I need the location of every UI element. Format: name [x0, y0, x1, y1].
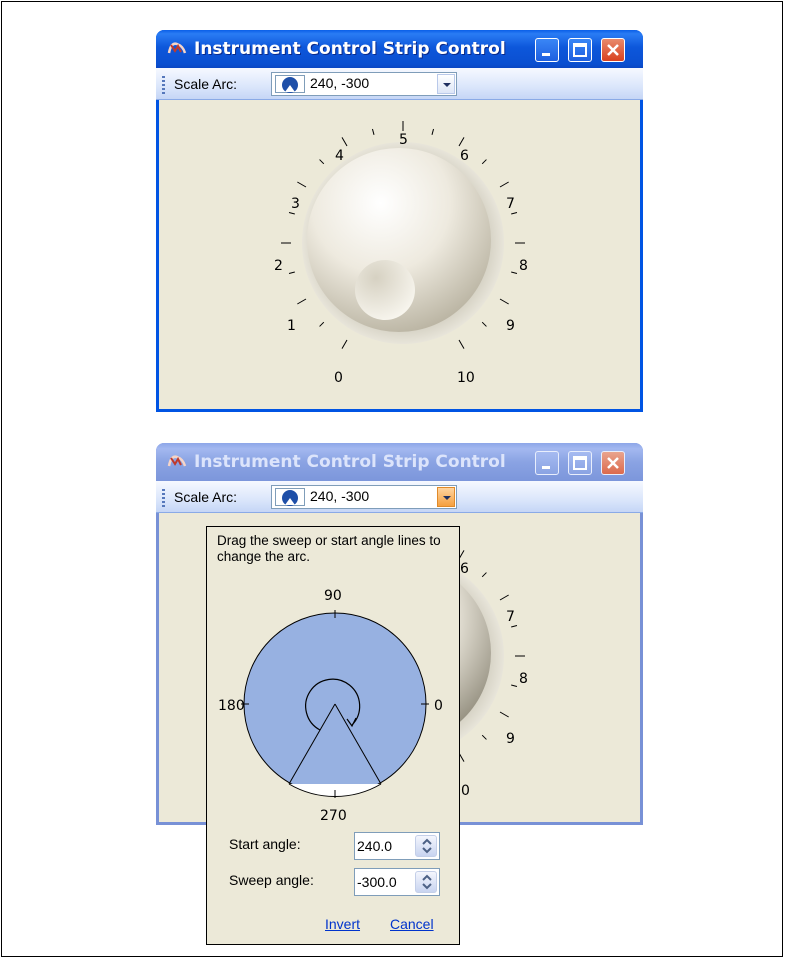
scale-label-4: 4 [335, 148, 344, 164]
minor-tick [481, 321, 487, 327]
start-angle-spin-button[interactable] [415, 835, 437, 857]
app-icon [167, 455, 187, 467]
dropdown-button[interactable] [437, 74, 455, 94]
scale-arc-label: Scale Arc: [174, 76, 238, 92]
scale-arc-value: 240, -300 [310, 75, 370, 91]
minor-tick [481, 572, 487, 578]
scale-label-6: 6 [460, 148, 469, 164]
close-icon [607, 457, 619, 469]
scale-label-6: 6 [460, 561, 469, 577]
toolbar: Scale Arc: 240, -300 [156, 481, 643, 513]
major-tick [297, 298, 307, 305]
toolbar-grip[interactable] [162, 489, 165, 507]
minor-tick [511, 271, 518, 275]
instrument-window-1: Instrument Control Strip Control Scale A… [156, 30, 643, 412]
major-tick [341, 339, 348, 349]
scale-arc-combo[interactable]: 240, -300 [271, 72, 457, 96]
start-angle-label: Start angle: [229, 836, 301, 852]
minor-tick [288, 271, 295, 275]
major-tick [458, 137, 465, 147]
scale-arc-icon [275, 75, 305, 93]
sweep-angle-label: Sweep angle: [229, 872, 314, 888]
scale-arc-value: 240, -300 [310, 488, 370, 504]
scale-label-1: 1 [287, 318, 296, 334]
sweep-angle-spinner[interactable]: -300.0 [354, 868, 440, 896]
minor-tick [511, 684, 518, 688]
close-icon [607, 44, 619, 56]
arc-editor-dial[interactable]: 90 180 0 270 [207, 583, 459, 827]
sweep-angle-value[interactable]: -300.0 [357, 874, 397, 890]
minor-tick [288, 211, 295, 215]
sweep-angle-spin-button[interactable] [415, 871, 437, 893]
minimize-icon [542, 53, 550, 56]
dial-label-270: 270 [320, 808, 347, 824]
scale-label-2: 2 [274, 258, 283, 274]
minor-tick [481, 734, 487, 740]
start-angle-spinner[interactable]: 240.0 [354, 832, 440, 860]
scale-label-3: 3 [291, 196, 300, 212]
minor-tick [511, 211, 518, 215]
maximize-button[interactable] [568, 451, 592, 475]
scale-label-0: 0 [334, 370, 343, 386]
scale-arc-icon [275, 488, 305, 506]
minor-tick [481, 159, 487, 165]
dial-label-0: 0 [434, 698, 443, 714]
invert-link[interactable]: Invert [325, 916, 360, 932]
scale-arc-combo[interactable]: 240, -300 [271, 485, 457, 509]
toolbar: Scale Arc: 240, -300 [156, 68, 643, 100]
major-tick [499, 181, 509, 188]
scale-label-7: 7 [506, 196, 515, 212]
knob-pointer-dimple [355, 260, 415, 320]
minor-tick [319, 159, 325, 165]
close-button[interactable] [601, 38, 625, 62]
maximize-icon [573, 43, 587, 57]
dropdown-button[interactable] [437, 487, 455, 507]
knob-control[interactable]: 0 1 2 3 4 5 6 7 8 9 10 [159, 100, 640, 407]
scale-label-7: 7 [506, 609, 515, 625]
minor-tick [319, 321, 325, 327]
window-title: Instrument Control Strip Control [194, 452, 506, 472]
spinner-icon [422, 874, 432, 890]
scale-label-10-partial: 0 [461, 783, 470, 799]
scale-label-9: 9 [506, 731, 515, 747]
scale-label-8: 8 [519, 671, 528, 687]
close-button[interactable] [601, 451, 625, 475]
major-tick [499, 298, 509, 305]
toolbar-grip[interactable] [162, 76, 165, 94]
scale-label-10: 10 [457, 370, 475, 386]
minor-tick [511, 624, 518, 628]
start-angle-value[interactable]: 240.0 [357, 838, 392, 854]
title-bar[interactable]: Instrument Control Strip Control [156, 30, 643, 68]
popup-hint-text: Drag the sweep or start angle lines to c… [217, 533, 441, 564]
dial-label-180: 180 [218, 698, 245, 714]
scale-arc-label: Scale Arc: [174, 489, 238, 505]
minimize-button[interactable] [535, 38, 559, 62]
major-tick [499, 594, 509, 601]
dropdown-arrow-icon [443, 83, 451, 87]
spinner-icon [422, 838, 432, 854]
maximize-icon [573, 456, 587, 470]
scale-label-9: 9 [506, 318, 515, 334]
minimize-icon [542, 466, 550, 469]
minimize-button[interactable] [535, 451, 559, 475]
scale-label-5: 5 [399, 132, 408, 148]
major-tick [499, 711, 509, 718]
major-tick [341, 137, 348, 147]
minor-tick [371, 128, 375, 135]
window-title: Instrument Control Strip Control [194, 39, 506, 59]
maximize-button[interactable] [568, 38, 592, 62]
major-tick [297, 181, 307, 188]
cancel-link[interactable]: Cancel [390, 916, 434, 932]
scale-label-8: 8 [519, 258, 528, 274]
scale-arc-popup: Drag the sweep or start angle lines to c… [206, 526, 460, 945]
app-icon [167, 42, 187, 54]
minor-tick [431, 128, 435, 135]
dropdown-arrow-icon [443, 496, 451, 500]
major-tick [458, 339, 465, 349]
title-bar[interactable]: Instrument Control Strip Control [156, 443, 643, 481]
dial-label-90: 90 [324, 588, 342, 604]
